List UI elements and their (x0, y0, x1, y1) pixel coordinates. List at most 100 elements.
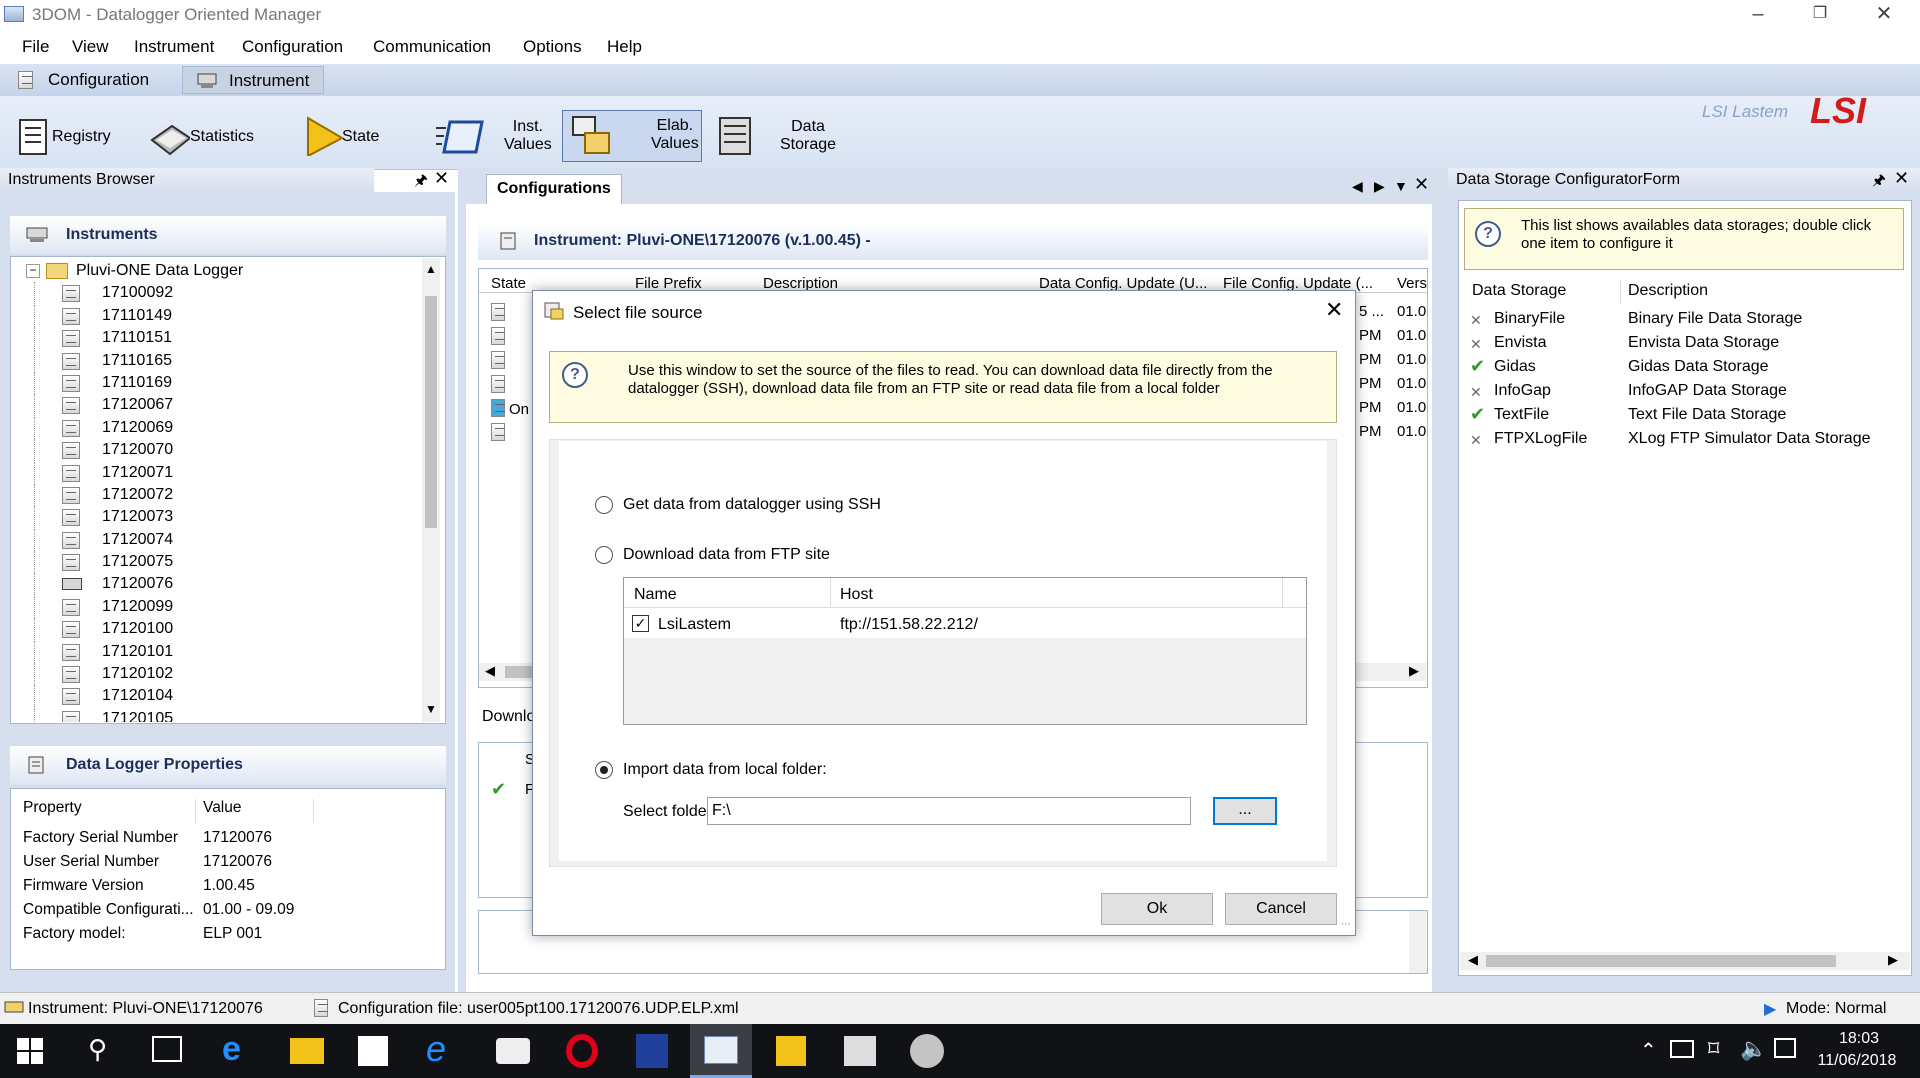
log-scrollbar[interactable] (1409, 911, 1427, 973)
edge-icon[interactable]: e (222, 1030, 241, 1069)
radio-local[interactable] (595, 761, 613, 779)
scroll-left-icon[interactable]: ◀ (485, 663, 495, 679)
statistics-button[interactable]: Statistics (142, 112, 262, 164)
tray-battery-icon[interactable] (1670, 1040, 1694, 1058)
menu-view[interactable]: View (72, 37, 109, 57)
tab-next-icon[interactable]: ▶ (1374, 178, 1385, 195)
tray-volume-icon[interactable]: 🔈 (1740, 1036, 1767, 1062)
tree-scrollbar[interactable]: ▲ ▼ (422, 258, 440, 722)
task-view-icon[interactable] (152, 1036, 182, 1062)
ds-scroll-thumb[interactable] (1486, 955, 1836, 967)
data-storage-item[interactable]: ✕ InfoGap InfoGAP Data Storage (1470, 382, 1900, 406)
camera-icon[interactable] (496, 1038, 530, 1064)
close-panel-icon[interactable]: ✕ (434, 168, 449, 189)
data-storage-item[interactable]: ✔ TextFile Text File Data Storage (1470, 404, 1900, 430)
tree-item[interactable]: 17110169 (20, 371, 420, 394)
registry-button[interactable]: Registry (6, 112, 116, 164)
tray-notification-icon[interactable] (1774, 1038, 1796, 1058)
tree-scroll-thumb[interactable] (425, 296, 437, 528)
config-row-icon[interactable] (491, 327, 505, 345)
tab-configuration[interactable]: Configuration (2, 66, 163, 94)
taskbar-active-app[interactable] (690, 1024, 752, 1078)
resize-grip-icon[interactable]: ⋯ (1341, 919, 1351, 930)
menu-communication[interactable]: Communication (373, 37, 491, 57)
windows-start-icon[interactable] (16, 1037, 44, 1065)
radio-ftp[interactable] (595, 546, 613, 564)
search-icon[interactable]: ⚲ (88, 1034, 107, 1065)
folder-app-icon[interactable] (776, 1036, 806, 1066)
tab-instrument[interactable]: Instrument (182, 66, 325, 94)
tree-item[interactable]: 17120072 (20, 483, 420, 506)
taskbar-date[interactable]: 11/06/2018 (1812, 1052, 1902, 1070)
tree-item[interactable]: 17110151 (20, 327, 420, 350)
ok-button[interactable]: Ok (1101, 893, 1213, 925)
taskbar-time[interactable]: 18:03 (1828, 1030, 1890, 1048)
tree-root[interactable]: − Pluvi-ONE Data Logger (20, 260, 420, 282)
menu-help[interactable]: Help (607, 37, 642, 57)
restore-icon[interactable]: ❐ (1790, 0, 1850, 30)
close-icon[interactable]: ✕ (1854, 0, 1914, 30)
dialog-close-icon[interactable]: ✕ (1325, 297, 1343, 323)
close-panel-icon[interactable]: ✕ (1894, 168, 1909, 189)
pin-icon[interactable]: 🖈 (1872, 170, 1886, 195)
data-storage-item[interactable]: ✕ Envista Envista Data Storage (1470, 334, 1900, 358)
store-icon[interactable] (358, 1036, 388, 1066)
tree-item[interactable]: 17120075 (20, 551, 420, 574)
collapse-icon[interactable]: − (26, 264, 40, 278)
scroll-down-icon[interactable]: ▼ (423, 702, 439, 716)
ie-icon[interactable]: e (426, 1028, 446, 1070)
inst-values-button[interactable]: Inst. Values (428, 112, 558, 164)
option-local-label[interactable]: Import data from local folder: (623, 761, 827, 779)
tray-expand-icon[interactable]: ⌃ (1640, 1038, 1657, 1063)
menu-configuration[interactable]: Configuration (242, 37, 343, 57)
tree-item[interactable]: 17120105 (20, 707, 420, 722)
tab-configurations[interactable]: Configurations (486, 174, 622, 204)
tree-item[interactable]: 17120071 (20, 461, 420, 484)
config-row-icon[interactable] (491, 375, 505, 393)
radio-ssh[interactable] (595, 496, 613, 514)
keyboard-app-icon[interactable] (844, 1036, 876, 1066)
folder-input[interactable] (707, 797, 1191, 825)
tree-item[interactable]: 17120073 (20, 506, 420, 529)
tree-item[interactable]: 17120070 (20, 439, 420, 462)
browse-button[interactable]: ... (1213, 797, 1277, 825)
ds-hscroll[interactable]: ◀ ▶ (1460, 952, 1910, 970)
tree-item[interactable]: 17120101 (20, 640, 420, 663)
data-storage-item[interactable]: ✕ BinaryFile Binary File Data Storage (1470, 310, 1900, 334)
tree-item[interactable]: 17120076 (20, 573, 420, 596)
config-row-icon[interactable] (491, 399, 505, 417)
tree-item[interactable]: 17110165 (20, 349, 420, 372)
paint-app-icon[interactable] (910, 1034, 944, 1068)
config-row-icon[interactable] (491, 351, 505, 369)
option-ftp-label[interactable]: Download data from FTP site (623, 546, 830, 564)
scroll-left-icon[interactable]: ◀ (1468, 952, 1478, 968)
tray-wifi-icon[interactable]: ⌑ (1708, 1036, 1719, 1062)
close-tab-icon[interactable]: ✕ (1414, 174, 1429, 195)
config-row-icon[interactable] (491, 303, 505, 321)
scroll-up-icon[interactable]: ▲ (423, 262, 439, 276)
menu-file[interactable]: File (22, 37, 49, 57)
data-storage-item[interactable]: ✔ Gidas Gidas Data Storage (1470, 356, 1900, 382)
tree-item[interactable]: 17120069 (20, 416, 420, 439)
data-storage-item[interactable]: ✕ FTPXLogFile XLog FTP Simulator Data Stor… (1470, 430, 1900, 454)
cancel-button[interactable]: Cancel (1225, 893, 1337, 925)
tree-item[interactable]: 17100092 (20, 282, 420, 305)
config-row-icon[interactable] (491, 423, 505, 441)
tree-item[interactable]: 17120100 (20, 618, 420, 641)
tab-prev-icon[interactable]: ◀ (1352, 178, 1363, 195)
tree-item[interactable]: 17120104 (20, 685, 420, 708)
file-explorer-icon[interactable] (290, 1038, 324, 1064)
ftp-row-checkbox[interactable]: ✓ (632, 615, 649, 632)
tree-item[interactable]: 17120074 (20, 528, 420, 551)
tree-item[interactable]: 17120099 (20, 595, 420, 618)
state-button[interactable]: State (296, 112, 386, 164)
menu-options[interactable]: Options (523, 37, 582, 57)
scroll-right-icon[interactable]: ▶ (1409, 663, 1419, 679)
tree-item[interactable]: 17110149 (20, 304, 420, 327)
ftp-row[interactable]: ✓ LsiLastem ftp://151.58.22.212/ (624, 608, 1306, 638)
elab-values-button[interactable]: Elab. Values (562, 110, 702, 162)
minimize-icon[interactable]: – (1728, 0, 1788, 30)
tree-item[interactable]: 17120067 (20, 394, 420, 417)
menu-instrument[interactable]: Instrument (134, 37, 214, 57)
option-ssh-label[interactable]: Get data from datalogger using SSH (623, 496, 881, 514)
